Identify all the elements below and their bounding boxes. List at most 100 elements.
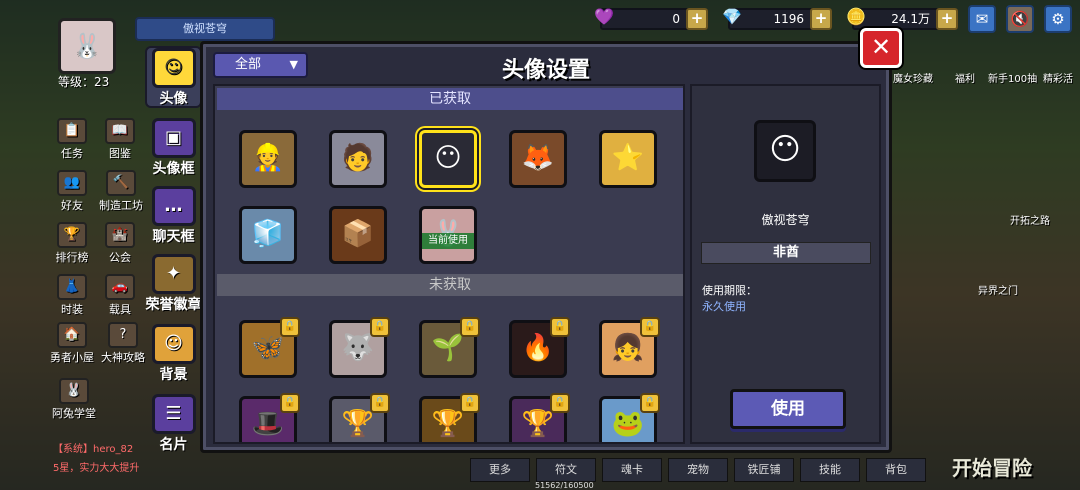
vehicle-icon: 🚗 (105, 274, 135, 300)
player-level: 等级：23 (58, 75, 110, 89)
friends-icon: 👥 (57, 170, 87, 196)
skills-button[interactable]: 技能 (800, 458, 860, 482)
witch-shop-button[interactable]: 魔女珍藏 (893, 70, 933, 85)
lock-icon: 🔒 (640, 393, 660, 413)
player-avatar[interactable]: 🐰 (58, 18, 116, 74)
close-button[interactable]: ✕ (860, 28, 902, 68)
welfare-button[interactable]: 福利 (955, 70, 975, 85)
chevron-down-icon: ▼ (289, 58, 298, 71)
xp-readout: 51562/160500 (535, 481, 594, 490)
blacksmith-button[interactable]: 铁匠铺 (734, 458, 794, 482)
lock-icon: 🔒 (280, 317, 300, 337)
tab-avatar[interactable]: ☺ 头像 (145, 46, 202, 108)
hero-house-label: 勇者小屋 (50, 351, 94, 364)
section-locked-header: 未获取 (217, 274, 683, 296)
avatar-item[interactable]: ⭐ (599, 130, 657, 188)
avatar-item-locked[interactable]: 🏆 🔒 (329, 393, 390, 442)
period-label: 使用期限： (702, 284, 757, 297)
chat-line[interactable]: 5星，实力大大提升 (53, 459, 139, 474)
avatar-item-selected[interactable]: 😶 (419, 130, 477, 188)
gold-counter: 🪙 24.1万 + (846, 8, 958, 30)
filter-value: 全部 (235, 57, 262, 72)
tab-name-card[interactable]: ☰ 名片 (145, 394, 202, 456)
tab-background[interactable]: ☺ 背景 (145, 324, 202, 386)
codex-label: 图鉴 (109, 147, 131, 160)
soul-card-button[interactable]: 魂卡 (602, 458, 662, 482)
newbie-draw-label: 新手100抽 (988, 74, 1038, 85)
lock-icon: 🔒 (640, 317, 660, 337)
question-icon: ? (108, 322, 138, 348)
avatar-item[interactable]: 👷 (239, 130, 297, 188)
avatar-item-locked[interactable]: 🏆 🔒 (419, 393, 480, 442)
add-gems-button[interactable]: + (686, 8, 708, 30)
tab-honor-badge[interactable]: ✦ 荣誉徽章 (145, 254, 202, 316)
mail-icon[interactable]: ✉ (968, 5, 996, 33)
tab-label: 头像 (159, 91, 188, 107)
otherworld-gate-button[interactable]: 异界之门 (978, 282, 1018, 297)
avatar-item[interactable]: 🦊 (509, 130, 567, 188)
smiley-icon: ☺ (151, 48, 196, 88)
friends-button[interactable]: 👥 好友 (52, 170, 92, 213)
welfare-label: 福利 (955, 74, 975, 85)
gold-value: 24.1万 (891, 12, 930, 26)
settings-gear-icon[interactable]: ⚙ (1044, 5, 1072, 33)
pioneer-road-button[interactable]: 开拓之路 (1010, 212, 1050, 227)
diamond-counter: 💎 1196 + (722, 8, 832, 30)
avatar-item-locked[interactable]: 🔥 🔒 (509, 317, 570, 378)
avatar-item-locked[interactable]: 🐸 🔒 (599, 393, 660, 442)
card-icon: ☰ (151, 394, 196, 434)
current-use-badge: 当前使用 (422, 233, 474, 249)
newbie-draw-button[interactable]: 新手100抽 (988, 70, 1037, 85)
avatar-item-locked[interactable]: 👧 🔒 (599, 317, 660, 378)
add-gold-button[interactable]: + (936, 8, 958, 30)
task-icon: 📋 (57, 118, 87, 144)
guide-button[interactable]: ? 大神攻略 (98, 322, 148, 365)
lock-icon: 🔒 (370, 393, 390, 413)
avatar-item[interactable]: 🧑 (329, 130, 387, 188)
player-name-banner: 傲视苍穹 (135, 17, 275, 41)
tab-chat-frame[interactable]: … 聊天框 (145, 186, 202, 248)
chat-line[interactable]: 【系统】hero_82 (53, 440, 133, 455)
mute-icon[interactable]: 🔇 (1006, 5, 1034, 33)
ranking-button[interactable]: 🏆 排行榜 (52, 222, 92, 265)
more-button[interactable]: 更多 (470, 458, 530, 482)
task-button[interactable]: 📋 任务 (52, 118, 92, 161)
rarity-badge: 非酋 (701, 242, 871, 264)
background-icon: ☺ (151, 324, 196, 364)
period-value: 永久使用 (702, 300, 746, 313)
fashion-button[interactable]: 👗 时装 (52, 274, 92, 317)
avatar-item-current[interactable]: 🐰当前使用 (419, 206, 477, 264)
frame-icon: ▣ (151, 118, 196, 158)
vehicle-button[interactable]: 🚗 载具 (100, 274, 140, 317)
academy-button[interactable]: 🐰 阿兔学堂 (48, 378, 100, 421)
gem-counter: 💜 0 + (594, 8, 708, 30)
tab-avatar-frame[interactable]: ▣ 头像框 (145, 118, 202, 180)
friends-label: 好友 (61, 199, 83, 212)
filter-dropdown[interactable]: 全部 ▼ (213, 52, 308, 78)
avatar-item-locked[interactable]: 🦋 🔒 (239, 317, 300, 378)
tab-label: 头像框 (152, 161, 195, 177)
workshop-button[interactable]: 🔨 制造工坊 (96, 170, 146, 213)
avatar-item-locked[interactable]: 🐺 🔒 (329, 317, 390, 378)
backpack-button[interactable]: 背包 (866, 458, 926, 482)
otherworld-gate-label: 异界之门 (978, 286, 1018, 297)
avatar-item-locked[interactable]: 🎩 🔒 (239, 393, 300, 442)
avatar-item[interactable]: 📦 (329, 206, 387, 264)
ranking-label: 排行榜 (55, 251, 89, 264)
add-diamonds-button[interactable]: + (810, 8, 832, 30)
guild-button[interactable]: 🏰 公会 (100, 222, 140, 265)
pet-button[interactable]: 宠物 (668, 458, 728, 482)
gem-value: 0 (672, 12, 680, 26)
avatar-item-locked[interactable]: 🌱 🔒 (419, 317, 480, 378)
use-button[interactable]: 使用 (730, 389, 846, 429)
avatar-grid[interactable]: 已获取 👷 🧑 😶 🦊 ⭐ 🧊 📦 🐰当前使用 未获取 🦋🔒 🐺🔒 🌱🔒 🔥🔒 … (213, 84, 685, 444)
start-adventure-button[interactable]: 开始冒险 (952, 452, 1032, 481)
guide-label: 大神攻略 (101, 351, 145, 364)
avatar-item[interactable]: 🧊 (239, 206, 297, 264)
avatar-item-locked[interactable]: 🏆 🔒 (509, 393, 570, 442)
hero-house-button[interactable]: 🏠 勇者小屋 (46, 322, 98, 365)
events-button[interactable]: 精彩活 (1043, 70, 1073, 85)
rune-button[interactable]: 符文 (536, 458, 596, 482)
codex-button[interactable]: 📖 图鉴 (100, 118, 140, 161)
tab-label: 名片 (159, 437, 188, 453)
